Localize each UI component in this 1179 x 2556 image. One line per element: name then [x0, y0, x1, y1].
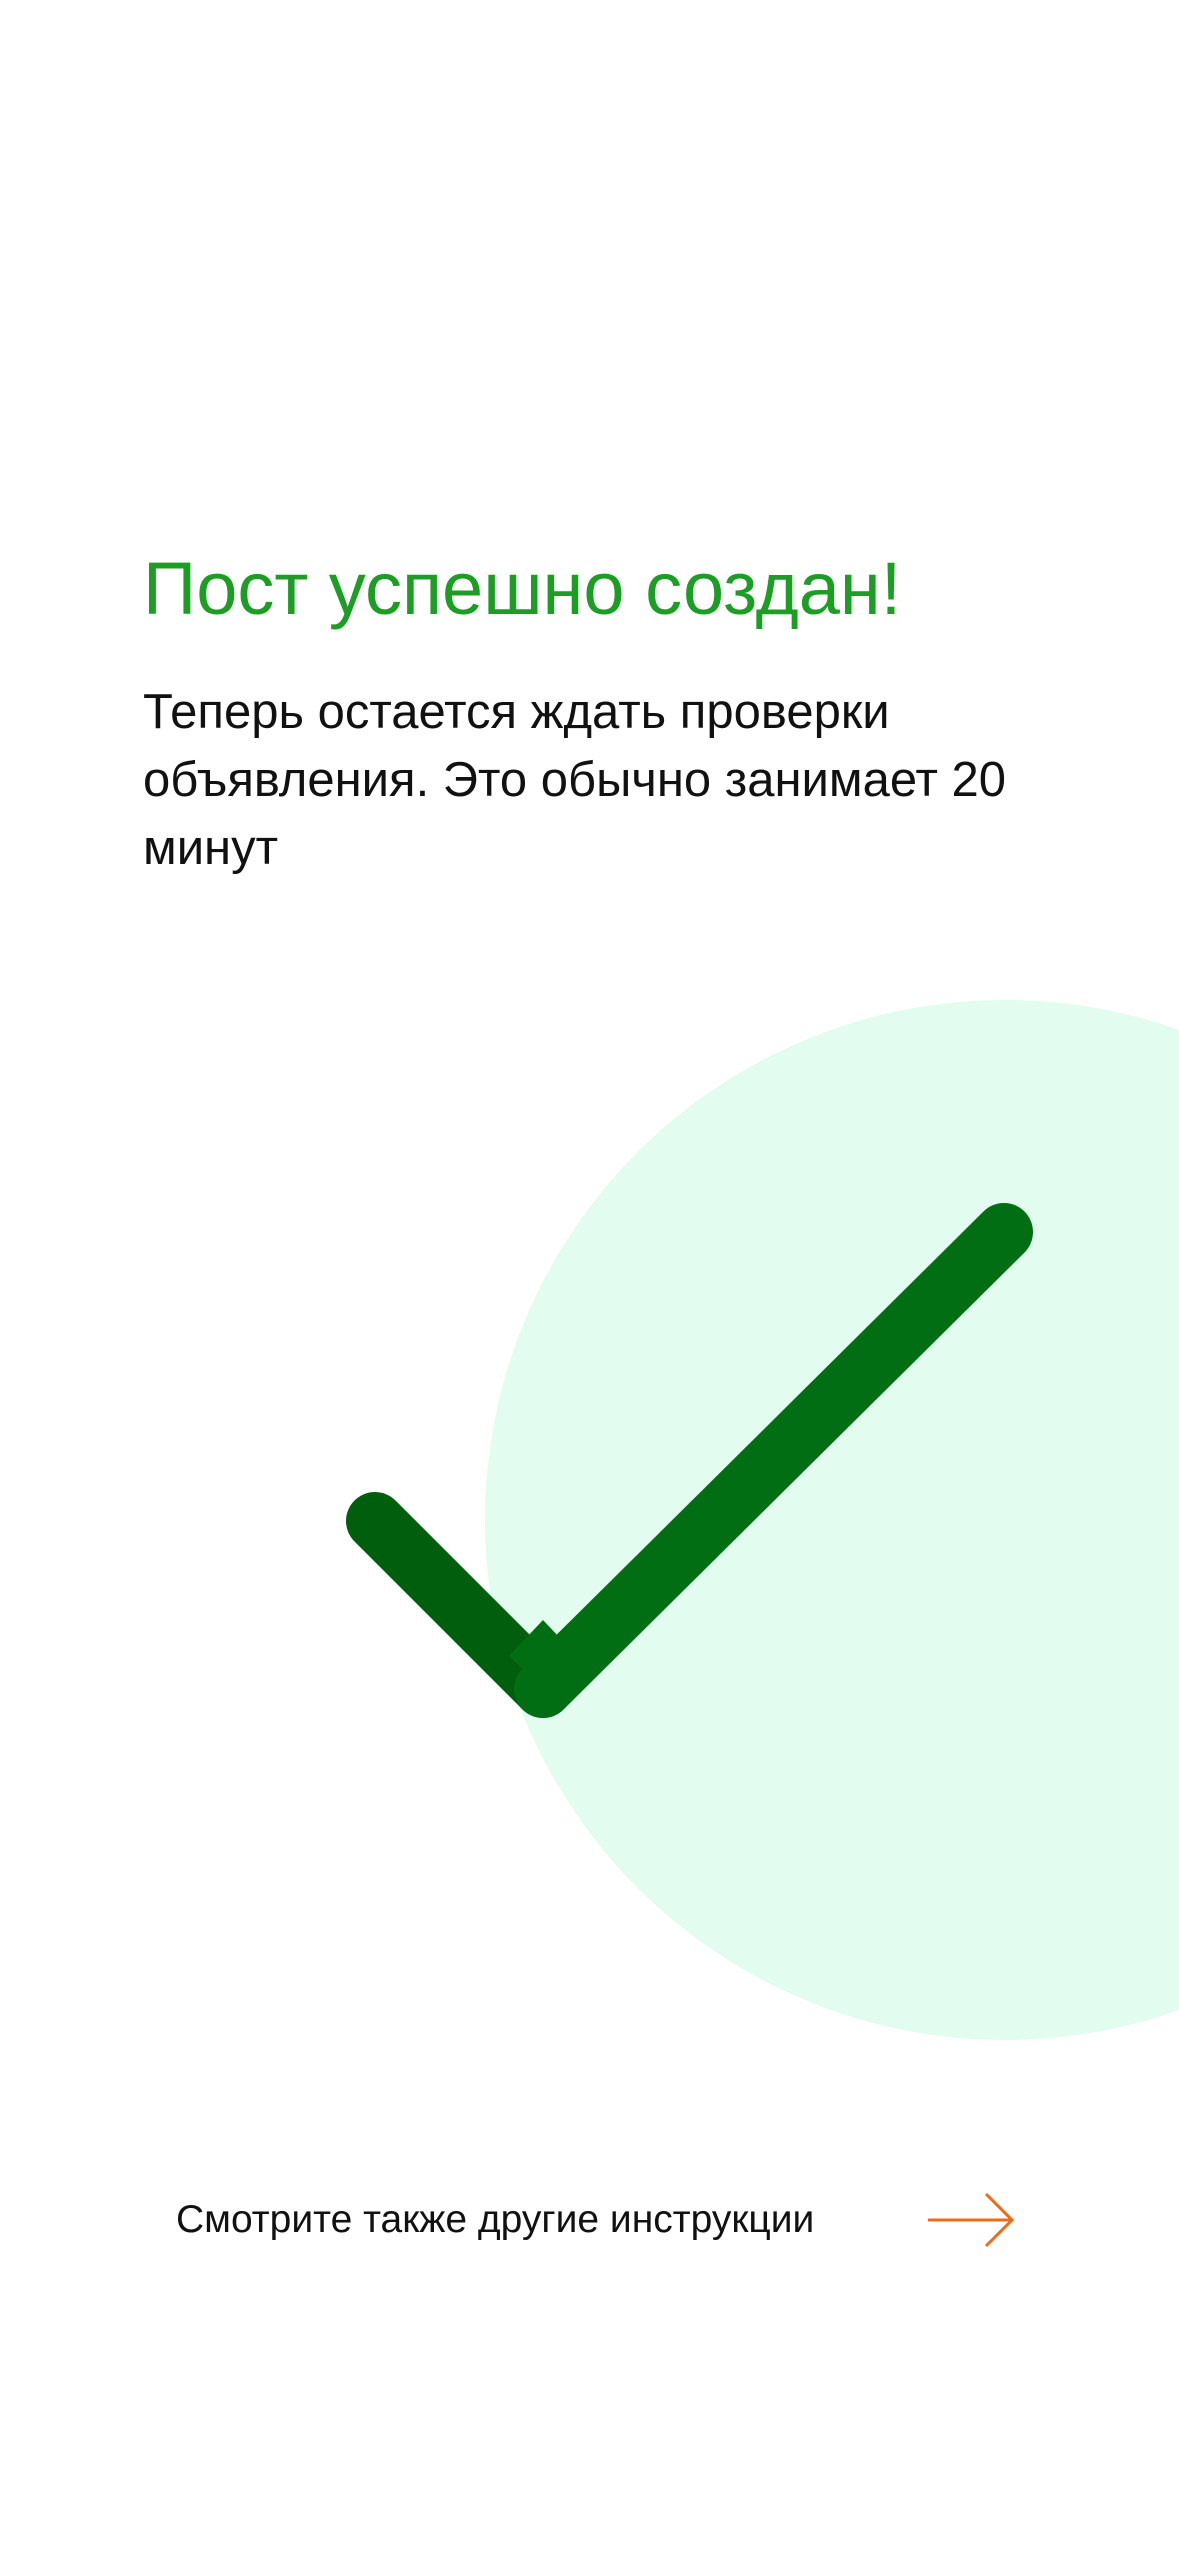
other-instructions-link[interactable]: Смотрите также другие инструкции — [176, 2184, 1016, 2256]
decorative-circle — [485, 1000, 1179, 2040]
other-instructions-label: Смотрите также другие инструкции — [176, 2198, 815, 2241]
success-message: Теперь остается ждать проверки объявлени… — [143, 685, 1007, 875]
arrow-right-icon — [928, 2192, 1015, 2248]
success-illustration — [346, 1000, 1179, 2040]
page-title: Пост успешно создан! — [143, 547, 902, 630]
checkmark-icon — [346, 1203, 1033, 1718]
